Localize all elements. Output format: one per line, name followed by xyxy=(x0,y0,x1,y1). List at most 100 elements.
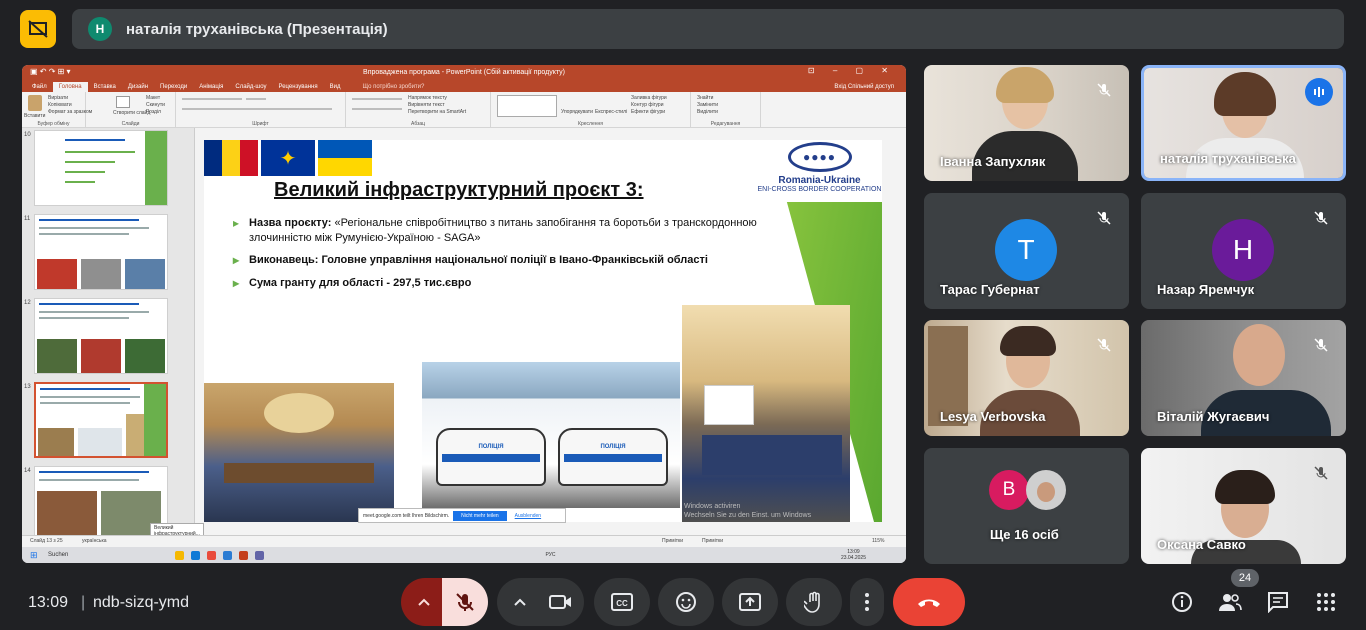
thumb-photo xyxy=(37,259,77,289)
thumb-green-band xyxy=(145,131,167,205)
speaking-indicator-icon xyxy=(1305,78,1333,106)
bullet-grant: Сума гранту для області - 297,5 тис.євро xyxy=(233,276,769,291)
mic-toggle-button[interactable] xyxy=(442,578,488,626)
more-options-button[interactable] xyxy=(850,578,884,626)
ppt-quick-access-icons: ▣ ↶ ↷ ⊞ ▾ xyxy=(30,67,71,76)
stop-sharing-button[interactable]: Nicht mehr teilen xyxy=(453,510,507,521)
video-options-button[interactable] xyxy=(497,578,543,626)
thumb-bar xyxy=(65,171,105,173)
participant-name: наталія труханівська xyxy=(1160,151,1296,166)
current-slide: ✦ ●●●● Romania-Ukraine ENI-CROSS BORDER … xyxy=(204,140,882,522)
meeting-clock: 13:09 xyxy=(28,594,69,611)
ppt-menu-insert: Вставка xyxy=(93,84,116,90)
meeting-code: ndb-sizq-ymd xyxy=(93,594,190,611)
ribbon-group-label: Шрифт xyxy=(252,121,269,127)
participant-tile[interactable]: Lesya Verbovska xyxy=(924,320,1129,436)
meeting-photo xyxy=(682,305,850,522)
meeting-info-icon[interactable] xyxy=(1170,590,1194,614)
thumb-text-line xyxy=(40,402,130,404)
windows-watermark: Windows activiren Wechseln Sie zu den Ei… xyxy=(684,502,811,520)
logo-line2: ENI-CROSS BORDER COOPERATION xyxy=(757,186,882,193)
participant-tile[interactable]: Іванна Запухляк xyxy=(924,65,1129,181)
chat-icon[interactable] xyxy=(1266,590,1290,614)
romania-flag xyxy=(204,140,258,176)
present-button[interactable] xyxy=(722,578,778,626)
police-car: ПОЛІЦІЯ xyxy=(558,428,668,486)
raise-hand-button[interactable] xyxy=(786,578,842,626)
more-participants-tile[interactable]: В Ще 16 осіб xyxy=(924,448,1129,564)
ribbon-section: Розділ xyxy=(146,109,161,115)
mic-off-icon xyxy=(1310,462,1332,484)
ppt-window-controls: ⊡ – ▢ ✕ xyxy=(807,66,896,75)
participant-tile[interactable]: наталія труханівська xyxy=(1141,65,1346,181)
logo-people-icon: ●●●● xyxy=(787,142,852,172)
powerpoint-icon xyxy=(239,550,248,560)
thumb-photo xyxy=(125,339,165,373)
reactions-button[interactable] xyxy=(658,578,714,626)
thumb-photo xyxy=(37,339,77,373)
hide-notice-link[interactable]: Ausblenden xyxy=(515,513,541,519)
activities-icon[interactable] xyxy=(1314,590,1338,614)
thumb-photo xyxy=(81,339,121,373)
people-icon[interactable] xyxy=(1218,590,1242,614)
separator: | xyxy=(81,594,86,611)
participant-tile[interactable]: Т Тарас Губернат xyxy=(924,193,1129,309)
font-format-row xyxy=(182,108,332,110)
new-slide-icon xyxy=(116,96,130,108)
participant-tile[interactable]: Н Назар Яремчук xyxy=(1141,193,1346,309)
windows-taskbar: ⊞ Suchen РУС 13:09 23.04.2025 xyxy=(22,547,906,563)
slide-thumbnail xyxy=(34,214,168,290)
thumb-photo xyxy=(78,428,122,456)
participant-avatar: Н xyxy=(1212,219,1274,281)
chevron-up-icon xyxy=(514,598,526,606)
conference-hall-photo xyxy=(204,383,394,522)
chrome-icon xyxy=(207,550,216,560)
thumb-number: 12 xyxy=(24,300,31,306)
participant-tile[interactable]: Оксана Савко xyxy=(1141,448,1346,564)
leave-call-button[interactable] xyxy=(893,578,965,626)
ppt-ribbon: Вставити Вирізати Копіювати Формат за зр… xyxy=(22,92,906,128)
ribbon-group-editing: Знайти Замінити Виділити Редагування xyxy=(691,92,761,128)
audio-options-button[interactable] xyxy=(401,578,447,626)
shapes-gallery xyxy=(497,95,557,117)
presenter-chip[interactable]: Н наталія труханівська (Презентація) xyxy=(72,9,1344,49)
thumb-bar xyxy=(65,181,95,183)
slide-thumbnail-active xyxy=(34,382,168,458)
participant-name: Оксана Савко xyxy=(1157,537,1246,552)
thumb-photo xyxy=(81,259,121,289)
romania-ukraine-logo: ●●●● Romania-Ukraine ENI-CROSS BORDER CO… xyxy=(757,140,882,202)
status-language: українська xyxy=(82,538,107,544)
emoji-icon xyxy=(676,592,696,612)
participant-name: Lesya Verbovska xyxy=(940,409,1046,424)
font-name-box xyxy=(182,98,242,100)
face-shape xyxy=(1233,324,1285,386)
slide-title: Великий інфраструктурний проєкт 3: xyxy=(274,179,644,201)
participant-photo-avatar xyxy=(1026,470,1066,510)
ribbon-select: Виділити xyxy=(697,109,718,115)
thumb-title-line xyxy=(39,219,139,221)
camera-toggle-button[interactable] xyxy=(538,578,584,626)
thumb-title-line xyxy=(39,303,139,305)
stop-presenting-icon[interactable] xyxy=(20,10,56,48)
watermark-line2: Wechseln Sie zu den Einst. um Windows xyxy=(684,512,812,519)
top-bar: Н наталія труханівська (Презентація) xyxy=(0,0,1366,58)
car-label: ПОЛІЦІЯ xyxy=(478,444,504,450)
participant-name: Віталій Жугаєвич xyxy=(1157,409,1270,424)
ribbon-smartart: Перетворити на SmartArt xyxy=(408,109,467,115)
captions-button[interactable]: CC xyxy=(594,578,650,626)
bullet-executor: Виконавець: Головне управління національ… xyxy=(233,253,769,268)
participant-avatar: В xyxy=(989,470,1029,510)
ribbon-shape-fill: Заливка фігури xyxy=(631,95,667,101)
ribbon-shape-outline: Контур фігури xyxy=(631,102,664,108)
ribbon-reset: Скинути xyxy=(146,102,165,108)
participant-tile[interactable]: Віталій Жугаєвич xyxy=(1141,320,1346,436)
present-to-all-icon xyxy=(739,593,761,611)
mic-off-icon xyxy=(456,593,474,611)
mic-off-icon xyxy=(1093,334,1115,356)
thumb-photo xyxy=(37,491,97,541)
ppt-menu-review: Рецензування xyxy=(278,84,318,90)
ukraine-flag xyxy=(318,140,372,176)
closed-captions-icon: CC xyxy=(611,593,633,611)
ribbon-group-paragraph: Напрямок тексту Вирівняти текст Перетвор… xyxy=(346,92,491,128)
ribbon-group-clipboard: Вставити Вирізати Копіювати Формат за зр… xyxy=(22,92,92,128)
